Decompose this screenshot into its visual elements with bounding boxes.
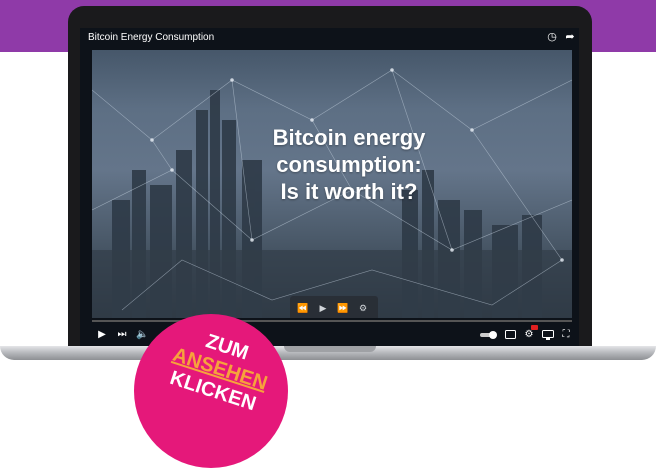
fast-forward-icon[interactable]: ⏩ [336,302,350,314]
watch-now-sticker[interactable]: ZUM ANSEHEN KLICKEN [134,314,288,468]
headline-line: consumption: [276,152,422,177]
laptop-notch [284,346,376,352]
overlay-playback-controls: ⏪ ▶ ⏩ ⚙ [290,296,378,318]
settings-icon[interactable]: ⚙ [522,325,538,342]
autoplay-toggle-icon[interactable] [480,328,498,342]
play-icon[interactable]: ▶ [96,328,108,342]
fullscreen-icon[interactable]: ⛶ [560,328,572,342]
volume-icon[interactable]: 🔈 [136,328,148,342]
video-title[interactable]: Bitcoin Energy Consumption [88,32,214,43]
subtitles-icon[interactable] [504,328,516,342]
video-player[interactable]: Bitcoin Energy Consumption ◷ ➦ Bitcoin e… [80,28,579,346]
clock-icon[interactable]: ◷ [546,31,558,43]
progress-bar[interactable] [92,320,572,322]
video-title-bar: Bitcoin Energy Consumption ◷ ➦ [80,28,579,48]
settings-icon[interactable]: ⚙ [356,302,370,314]
video-headline: Bitcoin energy consumption: Is it worth … [234,124,464,205]
skip-next-icon[interactable]: ⏭ [116,328,128,342]
headline-line: Bitcoin energy [272,125,426,150]
cast-icon[interactable] [542,328,554,342]
video-frame[interactable]: Bitcoin energy consumption: Is it worth … [92,50,572,318]
headline-line: Is it worth it? [280,179,418,204]
play-icon[interactable]: ▶ [316,302,330,314]
share-icon[interactable]: ➦ [564,31,576,43]
rewind-icon[interactable]: ⏪ [296,302,310,314]
